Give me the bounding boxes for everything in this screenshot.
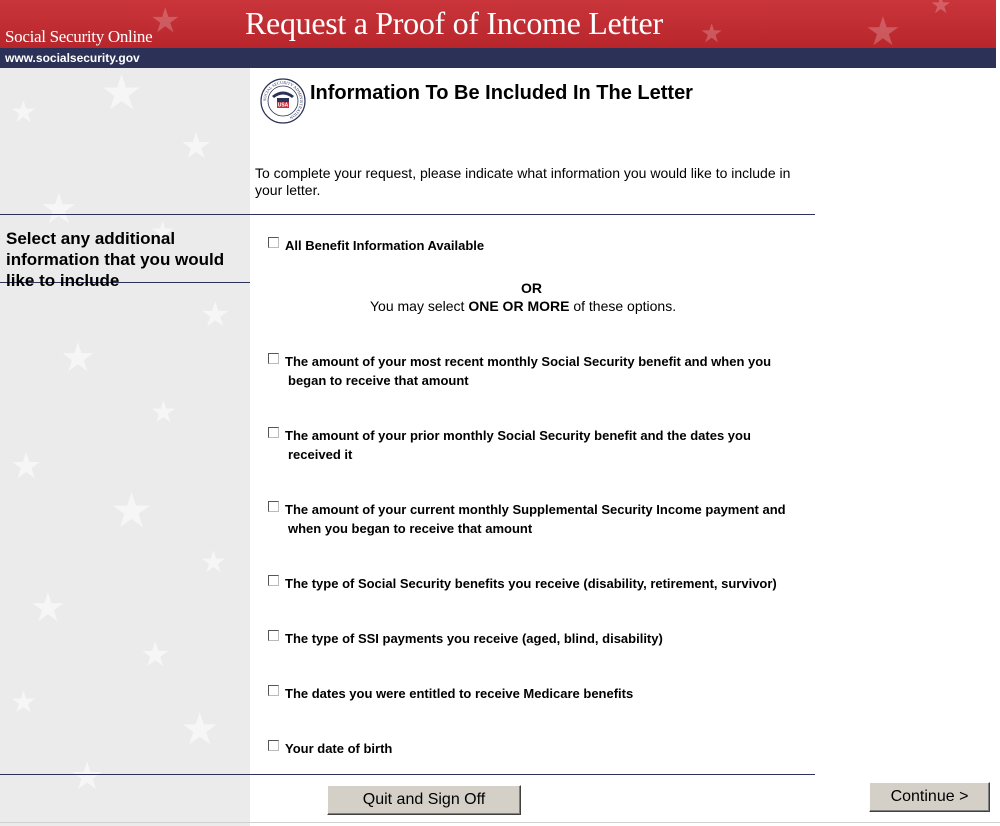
- star-decoration-icon: ★: [180, 125, 213, 166]
- brand-link[interactable]: Social Security Online: [5, 27, 153, 47]
- option-all-benefit-info[interactable]: All Benefit Information Available: [268, 236, 808, 255]
- star-decoration-icon: ★: [140, 636, 171, 674]
- checkbox-ss-benefit-type[interactable]: [268, 575, 279, 586]
- ssa-seal-icon: USA SOCIAL SECURITY ADMINISTRATION: [260, 78, 306, 124]
- star-decoration-icon: ★: [200, 546, 227, 579]
- star-decoration-icon: ★: [110, 485, 154, 538]
- intro-text: To complete your request, please indicat…: [255, 165, 791, 198]
- or-instruction: You may select ONE OR MORE of these opti…: [370, 298, 676, 314]
- option-label: The dates you were entitled to receive M…: [285, 686, 634, 701]
- star-decoration-icon: ★: [60, 336, 96, 380]
- star-decoration-icon: ★: [150, 2, 181, 40]
- footer-divider: [0, 822, 1000, 823]
- star-decoration-icon: ★: [100, 68, 144, 120]
- option-label: The amount of your current monthly Suppl…: [285, 502, 786, 517]
- star-decoration-icon: ★: [865, 10, 901, 48]
- sidebar-heading: Select any additional information that y…: [6, 229, 225, 290]
- option-ss-benefit-type[interactable]: The type of Social Security benefits you…: [268, 574, 808, 593]
- option-label: Your date of birth: [285, 741, 393, 756]
- seal-center-text: USA: [278, 103, 289, 109]
- or-instruction-suffix: of these options.: [569, 298, 677, 314]
- option-current-ssi-payment[interactable]: The amount of your current monthly Suppl…: [268, 500, 808, 538]
- star-decoration-icon: ★: [10, 445, 43, 486]
- bottom-divider: [0, 774, 815, 775]
- option-recent-ss-benefit[interactable]: The amount of your most recent monthly S…: [268, 352, 808, 390]
- option-date-of-birth[interactable]: Your date of birth: [268, 739, 808, 758]
- continue-button[interactable]: Continue >: [869, 782, 990, 812]
- checkbox-all-benefit-info[interactable]: [268, 237, 279, 248]
- checkbox-ssi-payment-type[interactable]: [268, 630, 279, 641]
- option-label-continued: began to receive that amount: [288, 373, 469, 388]
- checkbox-current-ssi-payment[interactable]: [268, 501, 279, 512]
- quit-sign-off-button[interactable]: Quit and Sign Off: [327, 785, 521, 815]
- star-decoration-icon: ★: [180, 705, 220, 754]
- site-url-link[interactable]: www.socialsecurity.gov: [5, 51, 140, 65]
- page-title: Information To Be Included In The Letter: [310, 82, 693, 104]
- option-label: All Benefit Information Available: [285, 238, 485, 253]
- option-label: The amount of your most recent monthly S…: [285, 354, 772, 369]
- or-instruction-prefix: You may select: [370, 298, 469, 314]
- checkbox-date-of-birth[interactable]: [268, 740, 279, 751]
- star-decoration-icon: ★: [10, 686, 37, 719]
- option-label: The type of SSI payments you receive (ag…: [285, 631, 663, 646]
- star-decoration-icon: ★: [10, 96, 37, 129]
- star-decoration-icon: ★: [70, 756, 105, 798]
- star-decoration-icon: ★: [150, 396, 177, 429]
- checkbox-prior-ss-benefit[interactable]: [268, 427, 279, 438]
- option-label-continued: received it: [288, 447, 353, 462]
- option-prior-ss-benefit[interactable]: The amount of your prior monthly Social …: [268, 426, 808, 464]
- star-decoration-icon: ★: [930, 0, 952, 19]
- or-instruction-emphasis: ONE OR MORE: [468, 298, 570, 314]
- top-divider: [0, 214, 815, 215]
- option-medicare-dates[interactable]: The dates you were entitled to receive M…: [268, 684, 808, 703]
- option-label: The type of Social Security benefits you…: [285, 576, 777, 591]
- checkbox-medicare-dates[interactable]: [268, 685, 279, 696]
- option-label: The amount of your prior monthly Social …: [285, 428, 751, 443]
- sidebar-panel: ★ ★ ★ ★ ★ ★ ★ ★ ★ ★ ★ ★ ★ ★ ★ ★: [0, 68, 250, 826]
- star-decoration-icon: ★: [200, 296, 231, 334]
- star-decoration-icon: ★: [40, 185, 78, 232]
- or-separator: OR: [521, 280, 542, 296]
- option-ssi-payment-type[interactable]: The type of SSI payments you receive (ag…: [268, 629, 808, 648]
- header-url-bar: [0, 48, 996, 68]
- option-label-continued: when you began to receive that amount: [288, 521, 533, 536]
- checkbox-recent-ss-benefit[interactable]: [268, 353, 279, 364]
- star-decoration-icon: ★: [30, 586, 66, 630]
- banner-title: Request a Proof of Income Letter: [245, 5, 663, 41]
- star-decoration-icon: ★: [700, 18, 724, 48]
